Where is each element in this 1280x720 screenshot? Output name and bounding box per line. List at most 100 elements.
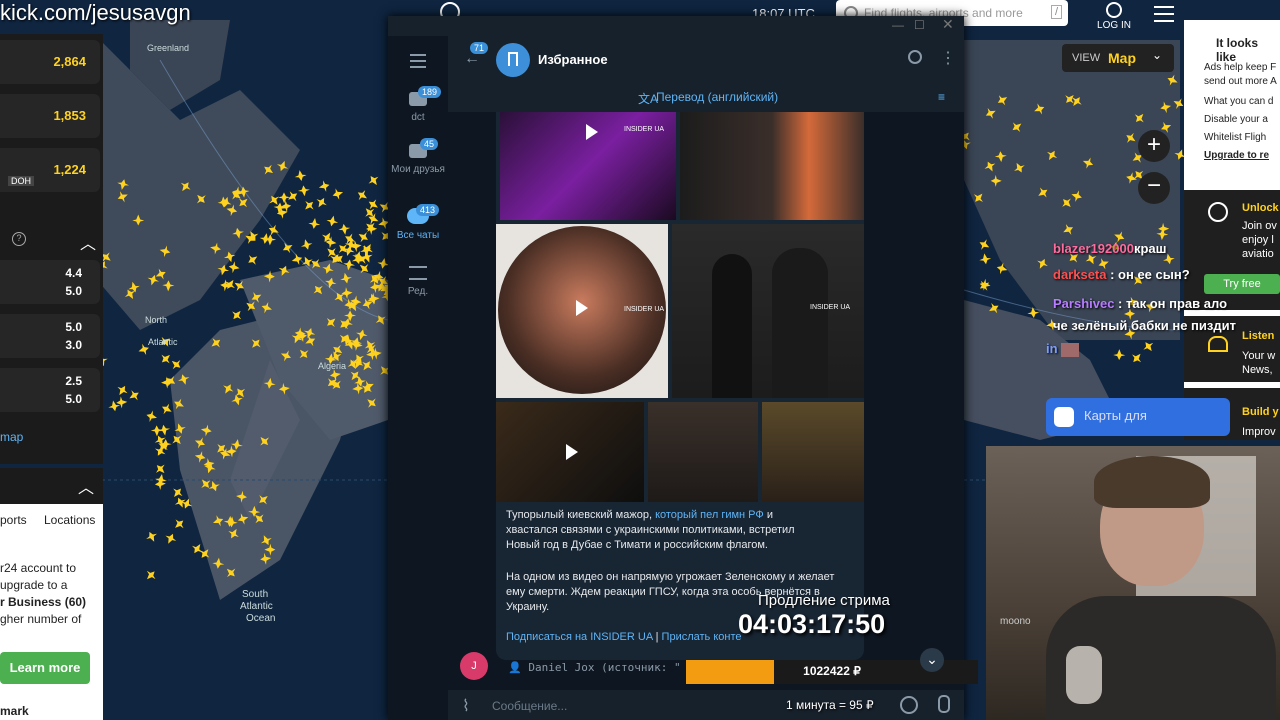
translate-icon: 文A bbox=[638, 92, 659, 106]
view-selector[interactable]: VIEW Map ⌄ bbox=[1062, 44, 1174, 72]
close-icon[interactable]: ✕ bbox=[942, 16, 954, 33]
saved-messages-avatar[interactable] bbox=[496, 43, 530, 77]
score-row[interactable]: 5.0 3.0 bbox=[0, 314, 100, 358]
score-row[interactable]: 2.5 5.0 bbox=[0, 368, 100, 412]
stat-row[interactable]: 1,224 DOH bbox=[0, 148, 100, 192]
departure-score: 4.4 bbox=[65, 266, 82, 280]
sender-avatar[interactable]: J bbox=[460, 652, 488, 680]
login-button[interactable]: LOG IN bbox=[1094, 2, 1134, 31]
stat-count: 1,224 bbox=[53, 162, 86, 177]
window-titlebar[interactable]: — ☐ ✕ bbox=[388, 16, 964, 36]
translate-bar[interactable]: 文A Перевод (английский) ≡ bbox=[448, 84, 964, 112]
video-thumb[interactable] bbox=[496, 402, 644, 502]
message-composer: ⌇ Сообщение... bbox=[448, 690, 964, 720]
more-icon[interactable]: ⋮ bbox=[940, 48, 956, 68]
stat-row[interactable]: 2,864 bbox=[0, 40, 100, 84]
learn-more-button[interactable]: Learn more bbox=[0, 652, 90, 684]
message-text-1: Тупорылый киевский мажор, который пел ги… bbox=[506, 509, 795, 551]
maps-app-icon bbox=[1054, 407, 1074, 427]
message-bubble[interactable]: INSIDER UA INSIDER UA INSIDER UA Тупорыл… bbox=[496, 112, 864, 660]
photo-thumb[interactable] bbox=[762, 402, 864, 502]
chat-message: in bbox=[1046, 341, 1080, 357]
video-thumb[interactable]: INSIDER UA bbox=[500, 112, 676, 220]
score-row[interactable]: 4.4 5.0 bbox=[0, 260, 100, 304]
scroll-down-icon[interactable]: ⌄ bbox=[920, 648, 944, 672]
back-unread-badge: 71 bbox=[470, 42, 489, 54]
folder-dct[interactable]: dct 189 bbox=[388, 86, 448, 123]
translate-label: Перевод (английский) bbox=[656, 90, 779, 104]
zoom-in-button[interactable]: + bbox=[1138, 130, 1170, 162]
collapse-header[interactable]: ︿ bbox=[0, 468, 103, 504]
departure-score: 2.5 bbox=[65, 374, 82, 388]
chevron-up-icon: ︿ bbox=[78, 480, 95, 497]
subscribe-link[interactable]: Подписаться на INSIDER UA bbox=[506, 631, 653, 643]
timer-label: Продление стрима bbox=[758, 592, 890, 609]
emoji-icon[interactable] bbox=[900, 696, 918, 714]
folder-friends[interactable]: Мои друзья 45 bbox=[388, 138, 448, 175]
chevron-down-icon: ⌄ bbox=[1152, 48, 1163, 62]
map-label-greenland: Greenland bbox=[147, 43, 189, 53]
forward-source: 👤 Daniel Jox (источник: " bbox=[508, 661, 681, 674]
folder-edit[interactable]: Ред. bbox=[388, 266, 448, 297]
chat-message: Parshivec : так он прав ало че зелёный б… bbox=[1053, 296, 1236, 333]
upgrade-link[interactable]: Upgrade to re bbox=[1204, 150, 1269, 161]
stream-url: kick.com/jesusavgn bbox=[0, 0, 191, 25]
stat-row[interactable]: 1,853 bbox=[0, 94, 100, 138]
view-value: Map bbox=[1108, 50, 1136, 66]
submit-content-link[interactable]: Прислать конте bbox=[662, 631, 742, 643]
search-shortcut: / bbox=[1050, 5, 1062, 19]
chat-header: ← 71 Избранное ⋮ bbox=[448, 36, 964, 84]
microphone-icon[interactable] bbox=[938, 695, 950, 713]
message-link[interactable]: который пел гимн РФ bbox=[655, 509, 764, 521]
play-icon bbox=[586, 124, 598, 140]
photo-thumb[interactable] bbox=[680, 112, 864, 220]
stat-count: 1,853 bbox=[53, 108, 86, 123]
streamer-hair bbox=[1094, 456, 1210, 508]
map-label-south-atlantic-3: Ocean bbox=[246, 613, 275, 624]
arrival-score: 3.0 bbox=[65, 338, 82, 352]
section-header[interactable]: ? ︿ bbox=[0, 230, 100, 253]
chat-message: darkseta : он ее сын? bbox=[1053, 267, 1190, 282]
airport-code-badge: DOH bbox=[8, 176, 34, 186]
map-label-south-atlantic: South bbox=[242, 589, 268, 600]
photo-thumb[interactable]: INSIDER UA bbox=[672, 224, 864, 398]
chevron-up-icon: ︿ bbox=[80, 236, 97, 253]
map-label-algeria: Algeria bbox=[318, 361, 346, 371]
donation-rate: 1 минута = 95 ₽ bbox=[786, 698, 874, 712]
help-icon: ? bbox=[12, 232, 26, 246]
tab-airports[interactable]: ports bbox=[0, 513, 27, 527]
tab-locations[interactable]: Locations bbox=[44, 513, 95, 527]
map-label-north-atlantic-2: Atlantic bbox=[148, 337, 178, 347]
airport-stats-panel: 2,864 1,853 1,224 DOH ? ︿ 4.4 5.0 5.0 3.… bbox=[0, 34, 103, 464]
play-icon bbox=[566, 444, 578, 460]
round-video[interactable]: INSIDER UA bbox=[496, 224, 668, 398]
play-icon bbox=[576, 300, 588, 316]
message-input[interactable]: Сообщение... bbox=[492, 699, 567, 713]
maps-banner-text: Карты для bbox=[1084, 408, 1147, 423]
hamburger-menu-icon[interactable] bbox=[1154, 6, 1174, 22]
search-icon[interactable] bbox=[908, 50, 922, 64]
bookmark-icon bbox=[508, 52, 518, 66]
panel-title: It looks like bbox=[1216, 36, 1259, 64]
microphone bbox=[1066, 646, 1102, 704]
stream-chat: blazer192000краш darkseta : он ее сын? P… bbox=[1046, 236, 1236, 357]
folder-all-chats[interactable]: Все чаты 413 bbox=[388, 204, 448, 241]
mic-brand-label: moono bbox=[1000, 616, 1031, 627]
watermark: INSIDER UA bbox=[810, 304, 851, 311]
map-link[interactable]: map bbox=[0, 430, 23, 444]
chat-title[interactable]: Избранное bbox=[538, 52, 608, 67]
map-label-north-atlantic: North bbox=[145, 315, 167, 325]
stream-timer: Продление стрима 04:03:17:50 bbox=[738, 592, 928, 656]
maximize-icon[interactable]: ☐ bbox=[914, 18, 925, 32]
photo-thumb[interactable] bbox=[648, 402, 758, 502]
translate-settings-icon[interactable]: ≡ bbox=[938, 90, 945, 104]
webcam-feed: moono bbox=[986, 446, 1280, 720]
watermark: INSIDER UA bbox=[624, 126, 665, 133]
menu-icon[interactable] bbox=[410, 54, 426, 68]
promo-panel: ︿ ports Locations r24 account to upgrade… bbox=[0, 468, 103, 720]
minimize-icon[interactable]: — bbox=[892, 18, 904, 32]
attach-icon[interactable]: ⌇ bbox=[462, 696, 470, 716]
bookmark-label[interactable]: mark bbox=[0, 704, 29, 718]
zoom-out-button[interactable]: − bbox=[1138, 172, 1170, 204]
maps-banner[interactable]: Карты для bbox=[1046, 398, 1230, 436]
